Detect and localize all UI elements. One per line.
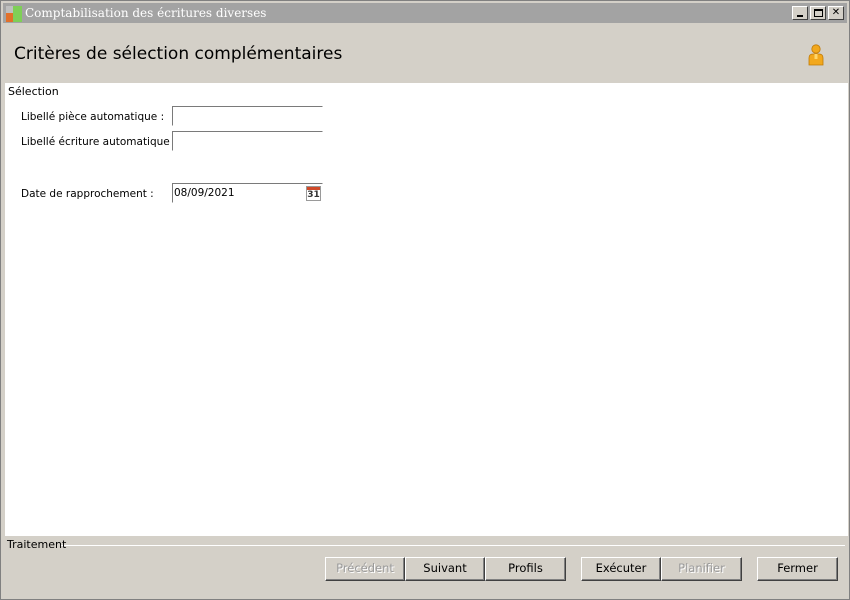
minimize-button[interactable] (792, 6, 808, 20)
title-bar[interactable]: Comptabilisation des écritures diverses … (3, 3, 847, 23)
selection-divider (57, 92, 848, 93)
maximize-icon (814, 9, 823, 17)
window-controls: ✕ (792, 6, 844, 20)
traitement-divider (61, 545, 845, 546)
execute-button[interactable]: Exécuter (581, 557, 661, 581)
piece-input[interactable] (172, 106, 323, 126)
close-button[interactable]: Fermer (757, 557, 838, 581)
app-icon (6, 6, 22, 22)
ecriture-label: Libellé écriture automatique : (21, 136, 177, 148)
previous-button[interactable]: Précédent (325, 557, 405, 581)
piece-label: Libellé pièce automatique : (21, 111, 165, 123)
date-label: Date de rapprochement : (21, 188, 154, 200)
traitement-legend: Traitement (7, 538, 67, 551)
page-title: Critères de sélection complémentaires (14, 44, 343, 64)
selection-panel: Sélection Libellé pièce automatique : Li… (5, 83, 848, 536)
window-title: Comptabilisation des écritures diverses (25, 6, 267, 20)
schedule-button[interactable]: Planifier (661, 557, 742, 581)
profiles-button[interactable]: Profils (485, 557, 566, 581)
header: Critères de sélection complémentaires (3, 25, 847, 83)
selection-legend: Sélection (8, 85, 61, 98)
minimize-icon (797, 15, 803, 17)
footer: Traitement Précédent Suivant Profils Exé… (3, 536, 847, 597)
maximize-button[interactable] (810, 6, 826, 20)
user-icon[interactable] (807, 44, 825, 66)
main-window: Comptabilisation des écritures diverses … (0, 0, 850, 600)
close-icon: ✕ (831, 7, 841, 18)
close-window-button[interactable]: ✕ (828, 6, 844, 20)
ecriture-input[interactable] (172, 131, 323, 151)
date-input[interactable] (172, 183, 323, 203)
selection-group: Sélection (7, 85, 848, 99)
calendar-icon[interactable]: 31 (306, 186, 321, 201)
next-button[interactable]: Suivant (405, 557, 485, 581)
